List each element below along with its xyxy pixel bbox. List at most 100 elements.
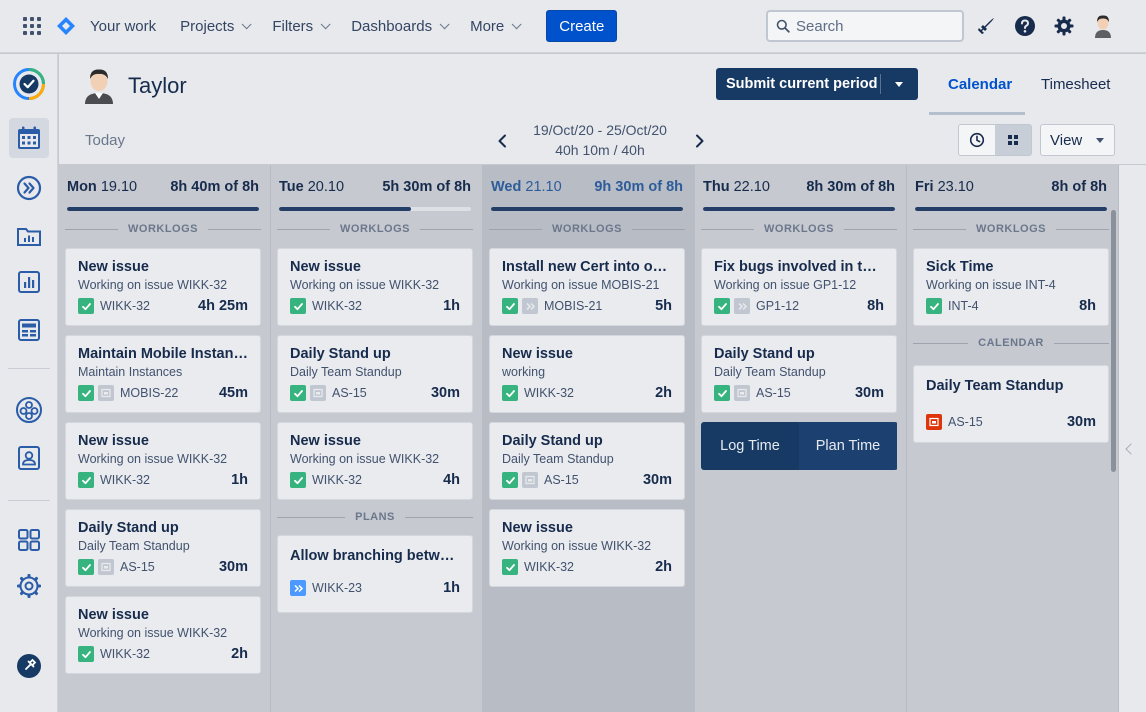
card-description: Working on issue MOBIS-21 — [502, 278, 660, 292]
checkmark-icon — [290, 298, 306, 314]
submit-period-button[interactable]: Submit current period — [716, 68, 918, 100]
card-description: Working on issue WIKK-32 — [78, 278, 228, 292]
worklog-card[interactable]: Daily Stand up Daily Team Standup AS-15 30m — [701, 335, 897, 413]
rail-projects-button[interactable] — [9, 216, 49, 256]
card-footer: AS-15 30m — [78, 559, 248, 575]
worklog-card[interactable]: New issue Working on issue WIKK-32 WIKK-32… — [65, 248, 261, 326]
active-tab-indicator — [929, 112, 1025, 115]
worklog-card[interactable]: Install new Cert into our... Working on i… — [489, 248, 685, 326]
notifications-icon — [978, 18, 994, 34]
day-progress-bar — [67, 207, 259, 211]
help-icon — [1015, 16, 1035, 36]
rail-pin-button[interactable] — [9, 646, 49, 686]
day-header[interactable]: Tue 20.10 5h 30m of 8h — [279, 179, 471, 195]
rail-teams-button[interactable] — [9, 390, 49, 430]
duration: 30m — [642, 472, 672, 488]
notifications-button[interactable] — [972, 10, 1000, 42]
worklog-card[interactable]: New issue Working on issue WIKK-32 WIKK-32… — [277, 422, 473, 500]
worklog-card[interactable]: New issue Working on issue WIKK-32 WIKK-32… — [489, 509, 685, 587]
card-footer: MOBIS-21 5h — [502, 298, 672, 314]
rail-settings-button[interactable] — [9, 566, 49, 606]
card-description: Working on issue WIKK-32 — [78, 626, 228, 640]
day-header[interactable]: Mon 19.10 8h 40m of 8h — [67, 179, 259, 195]
card-description: Working on issue INT-4 — [926, 278, 1056, 292]
settings-button[interactable] — [1050, 10, 1078, 42]
log-time-button[interactable]: Log Time — [701, 422, 799, 470]
side-panel-collapse[interactable] — [1119, 165, 1146, 712]
settings-icon — [1054, 16, 1074, 36]
worklog-card[interactable]: Sick Time Working on issue INT-4 INT-4 8h — [913, 248, 1109, 326]
nav-projects[interactable]: Projects — [180, 17, 252, 35]
checkmark-icon — [78, 646, 94, 662]
app-switcher-button[interactable] — [10, 0, 54, 53]
app-switcher-icon — [23, 17, 41, 35]
worklog-card[interactable]: Daily Stand up Daily Team Standup AS-15 30m — [65, 509, 261, 587]
duration: 30m — [430, 385, 460, 401]
apps-grid-icon — [18, 529, 40, 551]
chevron-right-icon[interactable] — [695, 134, 705, 148]
worklog-card[interactable]: New issue working WIKK-32 2h — [489, 335, 685, 413]
caret-down-icon[interactable] — [895, 81, 903, 87]
rail-forward-button[interactable] — [9, 168, 49, 208]
day-header[interactable]: Thu 22.10 8h 30m of 8h — [703, 179, 895, 195]
nav-your-work[interactable]: Your work — [90, 18, 156, 35]
search-input[interactable] — [796, 17, 946, 35]
issue-key: WIKK-32 — [100, 647, 151, 661]
clock-mode-button[interactable] — [959, 125, 995, 155]
section-label: WORKLOGS — [489, 222, 685, 236]
rail-reports-button[interactable] — [9, 262, 49, 302]
tempo-logo-icon — [13, 68, 45, 100]
card-title: New issue — [290, 259, 361, 275]
tab-timesheet[interactable]: Timesheet — [1041, 76, 1110, 93]
help-button[interactable] — [1011, 10, 1039, 42]
rail-apps-button[interactable] — [9, 520, 49, 560]
card-title: Sick Time — [926, 259, 994, 275]
card-title: Daily Stand up — [714, 346, 815, 362]
rail-calendar-button[interactable] — [9, 118, 49, 158]
tab-calendar[interactable]: Calendar — [948, 76, 1012, 93]
plan-time-button[interactable]: Plan Time — [799, 422, 897, 470]
worklog-card[interactable]: New issue Working on issue WIKK-32 WIKK-32… — [65, 422, 261, 500]
checkmark-icon — [502, 472, 518, 488]
card-footer: WIKK-32 1h — [290, 298, 460, 314]
worklog-card[interactable]: New issue Working on issue WIKK-32 WIKK-32… — [65, 596, 261, 674]
nav-label: Projects — [180, 17, 235, 35]
rail-profile-button[interactable] — [9, 438, 49, 478]
day-header[interactable]: Fri 23.10 8h of 8h — [915, 179, 1107, 195]
plan-card[interactable]: Allow branching betwee... WIKK-23 1h — [277, 535, 473, 613]
chevron-down-icon — [439, 18, 450, 29]
card-title: Daily Stand up — [290, 346, 391, 362]
today-button[interactable]: Today — [85, 132, 125, 149]
nav-more[interactable]: More — [470, 18, 522, 35]
scrollbar[interactable] — [1111, 210, 1116, 472]
day-date: Mon 19.10 — [67, 179, 137, 195]
worklog-card[interactable]: Maintain Mobile Instance Maintain Instanc… — [65, 335, 261, 413]
worklog-card[interactable]: Daily Stand up Daily Team Standup AS-15 30m — [489, 422, 685, 500]
worklog-card[interactable]: New issue Working on issue WIKK-32 WIKK-32… — [277, 248, 473, 326]
rail-planner-button[interactable] — [9, 310, 49, 350]
nav-dashboards[interactable]: Dashboards — [351, 18, 450, 35]
duration: 45m — [218, 385, 248, 401]
search-box[interactable] — [766, 10, 964, 42]
calendar-event-card[interactable]: Daily Team Standup AS-15 30m — [913, 365, 1109, 443]
grid-mode-button[interactable] — [995, 125, 1031, 155]
nav-filters[interactable]: Filters — [272, 18, 331, 35]
worklog-card[interactable]: Fix bugs involved in the ... Working on i… — [701, 248, 897, 326]
tempo-home-button[interactable] — [9, 64, 49, 104]
user-avatar-button[interactable] — [1089, 10, 1117, 42]
forward-icon — [16, 175, 42, 201]
issue-key: WIKK-32 — [524, 560, 575, 574]
team-icon — [16, 397, 42, 423]
day-name: Thu — [703, 179, 730, 195]
view-dropdown[interactable]: View — [1040, 124, 1115, 156]
day-header[interactable]: Wed 21.10 9h 30m of 8h — [491, 179, 683, 195]
duration: 4h — [443, 472, 460, 488]
worklog-card[interactable]: Daily Stand up Daily Team Standup AS-15 30m — [277, 335, 473, 413]
jira-logo-icon[interactable] — [56, 16, 76, 36]
issue-key: WIKK-32 — [312, 473, 363, 487]
planner-icon — [18, 319, 40, 341]
profile-card-icon — [18, 446, 40, 470]
day-column-fri: Fri 23.10 8h of 8h WORKLOGS Sick Time Workin… — [907, 165, 1119, 712]
chevron-left-icon[interactable] — [497, 134, 507, 148]
create-button[interactable]: Create — [546, 10, 618, 42]
